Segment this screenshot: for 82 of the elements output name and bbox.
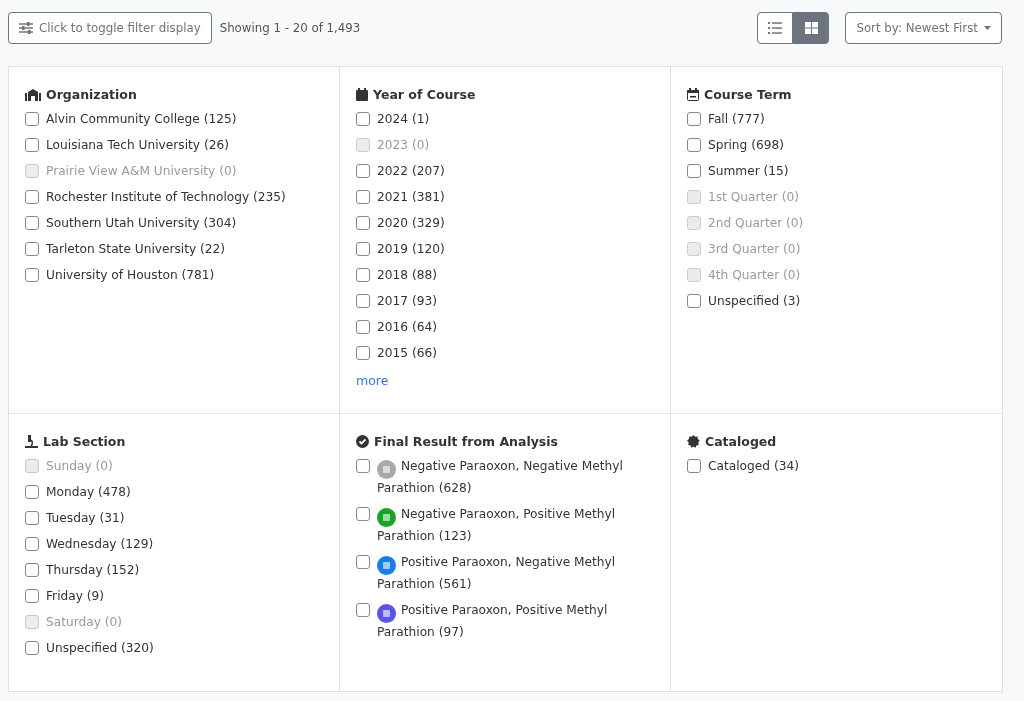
- filter-option-label[interactable]: Negative Paraoxon, Positive Methyl Parathion (123): [377, 505, 654, 545]
- checkbox[interactable]: [687, 138, 701, 152]
- facet-title: Course Term: [704, 87, 792, 102]
- calendar-icon: [687, 88, 699, 101]
- sliders-icon: [19, 22, 33, 34]
- results-count: Showing 1 - 20 of 1,493: [219, 21, 361, 35]
- filter-option-label[interactable]: Unspecified (320): [46, 639, 154, 657]
- filter-option-label[interactable]: Rochester Institute of Technology (235): [46, 188, 286, 206]
- checkbox[interactable]: [25, 242, 39, 256]
- checkbox[interactable]: [356, 603, 370, 617]
- filter-option-label[interactable]: Wednesday (129): [46, 535, 154, 553]
- grid-view-button[interactable]: [793, 12, 830, 44]
- filter-option-label[interactable]: Louisiana Tech University (26): [46, 136, 229, 154]
- calendar-icon: [356, 88, 368, 101]
- facet-title: Final Result from Analysis: [374, 434, 559, 449]
- checkbox[interactable]: [356, 268, 370, 282]
- checkbox[interactable]: [25, 190, 39, 204]
- filter-option-label[interactable]: 2017 (93): [377, 292, 437, 310]
- checkbox[interactable]: [687, 112, 701, 126]
- more-link[interactable]: more: [356, 373, 389, 388]
- checkbox[interactable]: [356, 346, 370, 360]
- checkbox[interactable]: [356, 320, 370, 334]
- checkbox[interactable]: [687, 459, 701, 473]
- filter-option-label[interactable]: University of Houston (781): [46, 266, 215, 284]
- list-icon: [768, 22, 783, 34]
- filter-option-label[interactable]: Fall (777): [708, 110, 765, 128]
- checkbox[interactable]: [356, 555, 370, 569]
- checkbox[interactable]: [356, 459, 370, 473]
- filter-option-label[interactable]: Tuesday (31): [46, 509, 125, 527]
- filter-option-label[interactable]: Positive Paraoxon, Negative Methyl Parathion (561): [377, 553, 654, 593]
- filter-option-label[interactable]: 2018 (88): [377, 266, 437, 284]
- checkbox[interactable]: [356, 112, 370, 126]
- filter-option-label[interactable]: 2021 (381): [377, 188, 445, 206]
- checkbox[interactable]: [356, 216, 370, 230]
- filter-option-label[interactable]: Unspecified (3): [708, 292, 801, 310]
- checkbox[interactable]: [356, 164, 370, 178]
- sort-dropdown[interactable]: Sort by: Newest First: [845, 12, 1002, 44]
- facet-title: Organization: [46, 87, 137, 102]
- microscope-icon: [25, 435, 38, 448]
- checkbox[interactable]: [356, 190, 370, 204]
- filter-option-label[interactable]: 2020 (329): [377, 214, 445, 232]
- checkbox[interactable]: [687, 294, 701, 308]
- checkbox[interactable]: [25, 268, 39, 282]
- checkbox[interactable]: [356, 242, 370, 256]
- filter-option-label[interactable]: Spring (698): [708, 136, 784, 154]
- checkbox[interactable]: [25, 511, 39, 525]
- filter-option-label[interactable]: Thursday (152): [46, 561, 140, 579]
- list-view-button[interactable]: [757, 12, 794, 44]
- filter-option-label[interactable]: 2022 (207): [377, 162, 445, 180]
- filter-option-label[interactable]: 2019 (120): [377, 240, 445, 258]
- checkbox[interactable]: [687, 164, 701, 178]
- caret-icon: [984, 26, 991, 30]
- filter-option-label[interactable]: Summer (15): [708, 162, 789, 180]
- checkbox[interactable]: [356, 507, 370, 521]
- facet-title: Cataloged: [705, 434, 777, 449]
- filter-option-label[interactable]: Monday (478): [46, 483, 131, 501]
- filter-option-label[interactable]: 2016 (64): [377, 318, 437, 336]
- filter-option-label[interactable]: Positive Paraoxon, Positive Methyl Parathion (97): [377, 601, 654, 641]
- filter-toggle-button[interactable]: Click to toggle filter display: [8, 12, 212, 44]
- checkbox[interactable]: [25, 138, 39, 152]
- grid-icon: [804, 22, 818, 34]
- badge-icon: [687, 435, 700, 448]
- filter-option-label[interactable]: Southern Utah University (304): [46, 214, 237, 232]
- checkbox[interactable]: [356, 294, 370, 308]
- checkbox[interactable]: [25, 216, 39, 230]
- checkbox[interactable]: [25, 563, 39, 577]
- check-circle-icon: [356, 435, 369, 448]
- checkbox[interactable]: [25, 641, 39, 655]
- checkbox[interactable]: [25, 485, 39, 499]
- facet-title: Year of Course: [373, 87, 476, 102]
- checkbox[interactable]: [25, 537, 39, 551]
- filter-option-label[interactable]: Cataloged (34): [708, 457, 799, 475]
- filter-option-label[interactable]: Negative Paraoxon, Negative Methyl Parathion (628): [377, 457, 654, 497]
- filter-option-label[interactable]: 2015 (66): [377, 344, 437, 362]
- checkbox[interactable]: [25, 589, 39, 603]
- filter-option-label[interactable]: Tarleton State University (22): [46, 240, 226, 258]
- checkbox[interactable]: [25, 112, 39, 126]
- building-icon: [25, 88, 41, 101]
- filter-option-label[interactable]: Alvin Community College (125): [46, 110, 237, 128]
- facet-title: Lab Section: [43, 434, 126, 449]
- filter-option-label[interactable]: 2024 (1): [377, 110, 430, 128]
- filter-option-label[interactable]: Friday (9): [46, 587, 105, 605]
